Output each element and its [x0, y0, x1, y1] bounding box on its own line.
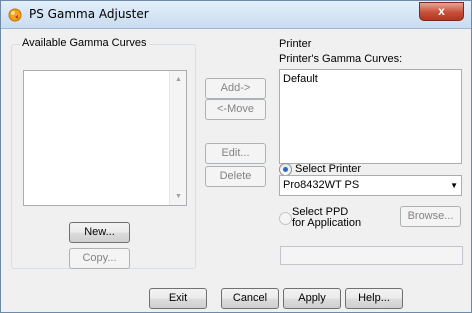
available-gamma-group: Available Gamma Curves ▲ ▼ New... Copy..…	[11, 37, 196, 269]
dialog-body: Available Gamma Curves ▲ ▼ New... Copy..…	[7, 30, 465, 310]
copy-button[interactable]: Copy...	[69, 248, 130, 269]
apply-button[interactable]: Apply	[283, 288, 341, 309]
new-button[interactable]: New...	[69, 222, 130, 243]
browse-button[interactable]: Browse...	[400, 206, 461, 227]
available-curves-list[interactable]: ▲ ▼	[23, 70, 187, 206]
select-ppd-radio[interactable]	[279, 212, 292, 225]
delete-button[interactable]: Delete	[205, 166, 266, 187]
edit-button[interactable]: Edit...	[205, 143, 266, 164]
move-button[interactable]: <-Move	[205, 99, 266, 120]
available-gamma-legend: Available Gamma Curves	[20, 37, 149, 49]
available-list-scrollbar[interactable]: ▲ ▼	[169, 71, 186, 205]
select-printer-label[interactable]: Select Printer	[295, 163, 361, 175]
printer-curves-label: Printer's Gamma Curves:	[279, 53, 403, 65]
select-ppd-label-line2[interactable]: for Application	[292, 217, 361, 229]
printer-curves-list[interactable]: Default	[279, 69, 462, 164]
chevron-down-icon[interactable]: ▼	[450, 181, 458, 190]
printer-select[interactable]: Pro8432WT PS ▼	[279, 175, 462, 196]
scroll-down-icon[interactable]: ▼	[170, 188, 187, 205]
scroll-up-icon[interactable]: ▲	[170, 71, 187, 88]
ppd-path-field[interactable]	[280, 246, 463, 265]
app-window: PS Gamma Adjuster x Available Gamma Curv…	[0, 0, 472, 313]
close-button[interactable]: x	[419, 2, 464, 21]
radio-selected-dot	[283, 167, 288, 172]
add-button[interactable]: Add->	[205, 78, 266, 99]
printer-select-value: Pro8432WT PS	[283, 179, 360, 191]
window-title: PS Gamma Adjuster	[29, 7, 149, 21]
app-icon	[8, 8, 22, 22]
printer-curve-item[interactable]: Default	[283, 73, 318, 85]
cancel-button[interactable]: Cancel	[221, 288, 279, 309]
exit-button[interactable]: Exit	[149, 288, 207, 309]
help-button[interactable]: Help...	[345, 288, 403, 309]
printer-legend: Printer	[279, 38, 312, 50]
close-icon: x	[438, 4, 445, 18]
title-bar[interactable]: PS Gamma Adjuster x	[1, 1, 471, 29]
